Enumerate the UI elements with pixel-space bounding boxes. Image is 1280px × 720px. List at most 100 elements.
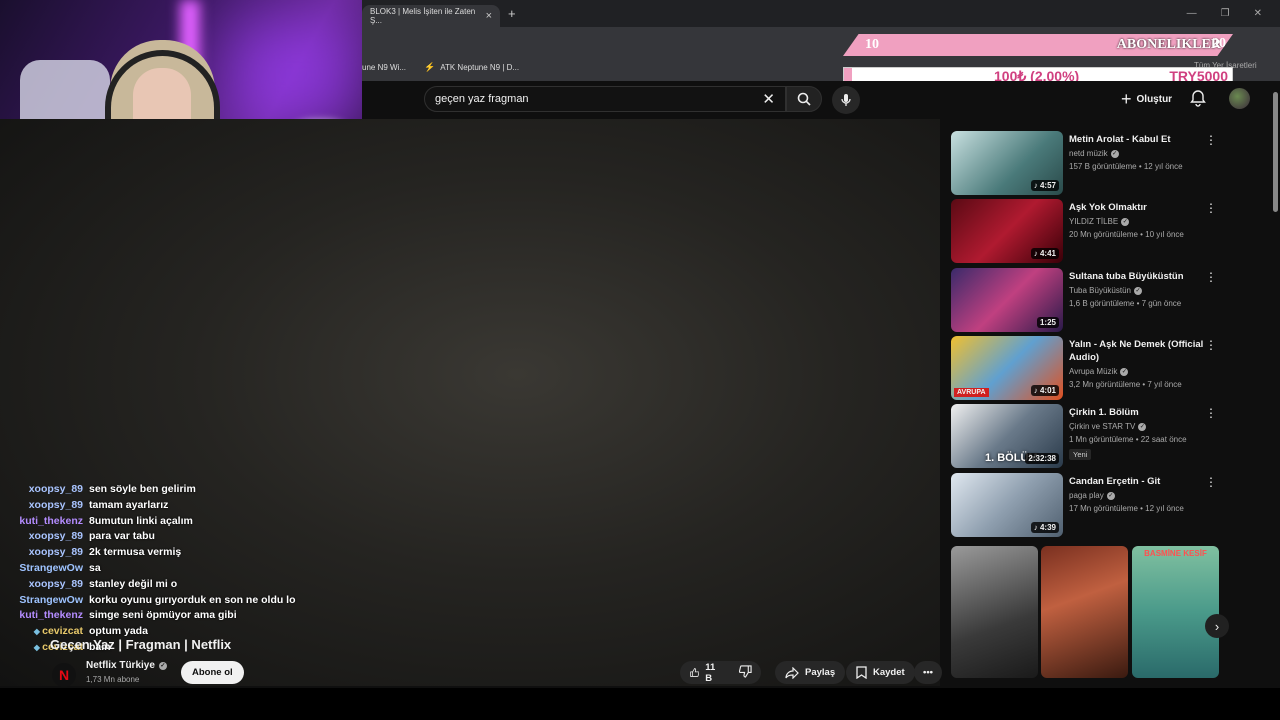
thumb-text: AVRUPA [954,388,989,397]
chat-text: korku oyunu gırıyorduk en son ne oldu lo [89,593,296,606]
browser-tab-bar: BLOK3 | Melis İşiten ile Zaten Ş... × + … [362,0,1280,27]
close-icon[interactable]: × [486,10,492,22]
recommendation-meta: 17 Mn görüntüleme • 12 yıl önce [1069,504,1184,513]
chat-text: 8umutun linki açalım [89,514,193,527]
recommendation-item[interactable]: AVRUPA ♪ 4:01 Yalın - Aşk Ne Demek (Offici… [951,336,1221,400]
new-badge: Yeni [1069,449,1092,460]
thumbs-up-icon [690,668,700,677]
recommendation-channel[interactable]: paga play ✓ [1069,491,1221,500]
clear-icon[interactable]: ✕ [762,90,775,108]
more-vertical-icon[interactable]: ⋮ [1205,406,1217,420]
dislike-button[interactable] [738,664,752,681]
create-label: Oluştur [1136,93,1173,105]
new-tab-button[interactable]: + [508,6,516,21]
channel-avatar[interactable]: N [52,663,76,687]
share-icon [785,666,799,679]
chat-username: kuti_thekenz [19,609,83,622]
chat-message: xoopsy_89 para var tabu [8,529,353,545]
recommendation-info: Candan Erçetin - Git paga play ✓ 17 Mn görü… [1069,473,1221,537]
search-button[interactable] [786,86,822,112]
recommendation-channel[interactable]: YILDIZ TİLBE ✓ [1069,217,1221,226]
more-vertical-icon[interactable]: ⋮ [1205,201,1217,215]
tab-title: BLOK3 | Melis İşiten ile Zaten Ş... [370,7,476,25]
subs-goal: 20 [1212,36,1226,51]
short-thumbnail[interactable]: BASMİNE KESİF [1132,546,1219,678]
chat-message: xoopsy_89 2k termusa vermiş [8,545,353,561]
verified-icon: ✓ [1133,286,1142,295]
chat-username: StrangewOw [19,561,83,574]
video-title: Geçen Yaz | Fragman | Netflix [50,637,232,652]
video-thumbnail[interactable]: 1:25 [951,268,1063,332]
chat-text: stanley değil mi o [89,577,178,590]
chat-text: para var tabu [89,530,155,543]
video-thumbnail[interactable]: ♪ 4:39 [951,473,1063,537]
subscriber-goal-bar: 10 ABONELIKLER [843,34,1233,56]
minimize-icon[interactable]: — [1187,8,1197,19]
recommendation-channel[interactable]: netd müzik ✓ [1069,149,1221,158]
scrollbar-thumb[interactable] [1273,92,1278,212]
more-actions-button[interactable]: ••• [914,661,942,684]
subscribe-button[interactable]: Abone ol [181,661,244,684]
create-button[interactable]: + Oluştur [1115,88,1178,110]
chat-overlay: xoopsy_89 sen söyle ben gelirim xoopsy_89 t… [8,482,353,656]
duration-badge: ♪ 4:01 [1030,385,1059,396]
chat-message: StrangewOw sa [8,561,353,577]
chat-username: StrangewOw [19,593,83,606]
recommendation-item[interactable]: ♪ 4:39 Candan Erçetin - Git paga play ✓ 17 M… [951,473,1221,537]
chat-message: kuti_thekenz 8umutun linki açalım [8,514,353,530]
more-vertical-icon[interactable]: ⋮ [1205,338,1217,352]
recommendation-meta: 20 Mn görüntüleme • 10 yıl önce [1069,230,1184,239]
chat-text: tamam ayarlarız [89,498,169,511]
avatar[interactable] [1229,88,1250,109]
short-thumbnail[interactable] [1041,546,1128,678]
taskbar [0,688,1280,720]
channel-name[interactable]: Netflix Türkiye ✓ [86,660,167,671]
scrollbar[interactable] [1270,86,1280,688]
shorts-next-button[interactable]: › [1205,614,1229,638]
recommendation-channel[interactable]: Avrupa Müzik ✓ [1069,367,1221,376]
recommendation-item[interactable]: ♪ 4:41 Aşk Yok Olmaktır YILDIZ TİLBE ✓ 20 Mn… [951,199,1221,263]
video-thumbnail[interactable]: AVRUPA ♪ 4:01 [951,336,1063,400]
voice-search-button[interactable] [832,86,860,114]
search-value: geçen yaz fragman [435,93,529,105]
short-thumb-text: BASMİNE KESİF [1144,549,1207,558]
video-thumbnail[interactable]: 1. BÖLÜM 2:32:38 [951,404,1063,468]
recommendation-title: Yalın - Aşk Ne Demek (Official Audio) [1069,339,1204,363]
duration-badge: 2:32:38 [1025,453,1059,464]
recommendation-title: Candan Erçetin - Git [1069,476,1161,487]
recommendation-item[interactable]: 1:25 Sultana tuba Büyüküstün Tuba Büyüküst… [951,268,1221,332]
bookmark-item[interactable]: ⚡ ATK Neptune N9 | D... [424,62,519,73]
restore-icon[interactable]: ❐ [1221,8,1230,19]
window-close-icon[interactable]: ✕ [1254,8,1262,19]
like-button[interactable]: 11 B [690,662,719,684]
recommendation-item[interactable]: 1. BÖLÜM 2:32:38 Çirkin 1. Bölüm Çirkin ve … [951,404,1221,468]
verified-icon: ✓ [1121,217,1130,226]
search-input[interactable]: geçen yaz fragman ✕ [424,86,786,112]
recommendation-meta: 1,6 B görüntüleme • 7 gün önce [1069,299,1182,308]
browser-tab[interactable]: BLOK3 | Melis İşiten ile Zaten Ş... × [362,5,500,27]
verified-icon: ✓ [1138,422,1147,431]
recommendation-channel[interactable]: Tuba Büyüküstün ✓ [1069,286,1221,295]
verified-icon: ✓ [158,661,167,670]
recommendation-title: Aşk Yok Olmaktır [1069,202,1147,213]
video-thumbnail[interactable]: ♪ 4:41 [951,199,1063,263]
recommendation-channel[interactable]: Çirkin ve STAR TV ✓ [1069,422,1221,431]
more-vertical-icon[interactable]: ⋮ [1205,133,1217,147]
notifications-button[interactable] [1190,89,1206,112]
more-vertical-icon[interactable]: ⋮ [1205,475,1217,489]
recommendation-meta: 157 B görüntüleme • 12 yıl önce [1069,162,1183,171]
more-vertical-icon[interactable]: ⋮ [1205,270,1217,284]
chat-message: kuti_thekenz simge seni öpmüyor ama gibi [8,608,353,624]
like-dislike-group: 11 B [680,661,761,684]
short-thumbnail[interactable] [951,546,1038,678]
duration-badge: ♪ 4:57 [1030,180,1059,191]
chat-username: kuti_thekenz [19,514,83,527]
save-button[interactable]: Kaydet [846,661,915,684]
recommendation-item[interactable]: ♪ 4:57 Metin Arolat - Kabul Et netd müzik ✓… [951,131,1221,195]
recommendation-info: Metin Arolat - Kabul Et netd müzik ✓ 157 B … [1069,131,1221,195]
more-horizontal-icon: ••• [923,667,933,678]
chat-text: simge seni öpmüyor ama gibi [89,609,237,622]
bookmark-item[interactable]: une N9 Wi... [362,63,406,72]
video-thumbnail[interactable]: ♪ 4:57 [951,131,1063,195]
share-button[interactable]: Paylaş [775,661,846,684]
